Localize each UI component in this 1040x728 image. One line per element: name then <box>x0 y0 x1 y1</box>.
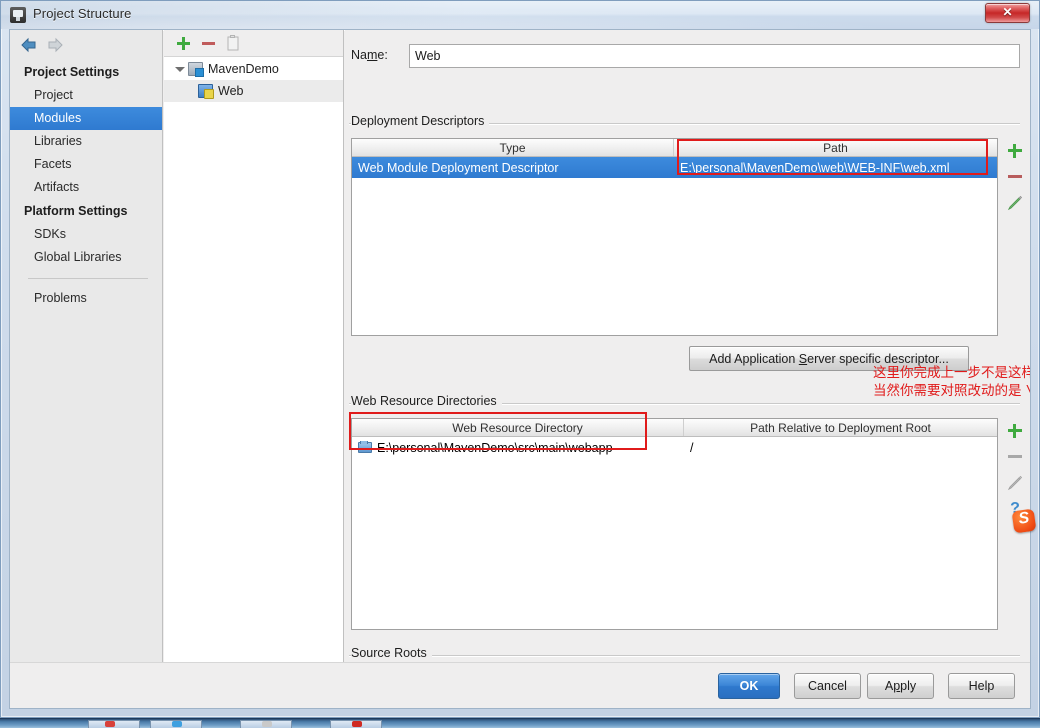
remove-descriptor-button[interactable] <box>1002 164 1028 190</box>
table-header-row: Web Resource Directory Path Relative to … <box>352 419 997 437</box>
tree-node-label: Web <box>218 84 244 98</box>
web-resource-directories-table[interactable]: Web Resource Directory Path Relative to … <box>351 418 998 630</box>
dialog-button-bar: OK Cancel Apply Help <box>10 662 1030 708</box>
apply-button-label: Apply <box>884 679 917 693</box>
cell-relative-path: / <box>690 440 694 455</box>
forward-arrow-icon[interactable] <box>46 37 64 53</box>
deployment-descriptors-table[interactable]: Type Path Web Module Deployment Descript… <box>351 138 998 336</box>
copy-module-button[interactable] <box>224 34 243 53</box>
settings-sidebar: Project Settings Project Modules Librari… <box>10 30 163 662</box>
add-module-button[interactable] <box>174 34 193 53</box>
project-structure-window: Project Structure ✕ Project Settings Pro… <box>0 0 1040 718</box>
module-name-label: Name: <box>351 48 388 62</box>
help-button[interactable]: Help <box>948 673 1015 699</box>
ok-button[interactable]: OK <box>718 673 780 699</box>
sidebar-item-modules[interactable]: Modules <box>10 107 162 130</box>
annotation-line-1: 这里你完成上一步不是这样的吧！你可以先把他改成这样 <box>873 365 1030 381</box>
table-row[interactable]: Web Module Deployment Descriptor E:\pers… <box>352 157 997 178</box>
sidebar-item-sdks[interactable]: SDKs <box>10 223 162 246</box>
sidebar-item-global-libraries[interactable]: Global Libraries <box>10 246 162 269</box>
sidebar-item-artifacts[interactable]: Artifacts <box>10 176 162 199</box>
pencil-icon <box>1007 195 1023 211</box>
cell-descriptor-type: Web Module Deployment Descriptor <box>358 160 559 175</box>
module-tree: MavenDemo Web <box>164 58 343 662</box>
sidebar-item-project[interactable]: Project <box>10 84 162 107</box>
web-module-icon <box>198 84 214 99</box>
sidebar-item-list: Project Settings Project Modules Librari… <box>10 60 162 310</box>
copy-icon <box>227 35 239 51</box>
minus-icon <box>202 42 215 45</box>
module-detail-pane: Name: Deployment Descriptors Type Path W… <box>345 30 1030 662</box>
cell-web-resource-directory: E:\personal\MavenDemo\src\main\webapp <box>352 440 684 455</box>
chevron-down-icon[interactable] <box>172 62 186 76</box>
source-roots-group-label: Source Roots <box>349 646 1020 662</box>
close-button[interactable]: ✕ <box>985 3 1030 23</box>
cancel-button[interactable]: Cancel <box>794 673 861 699</box>
sidebar-item-libraries[interactable]: Libraries <box>10 130 162 153</box>
web-resource-directories-group-label: Web Resource Directories <box>349 394 1020 410</box>
annotation-path: \src\main\webapp <box>1026 384 1030 399</box>
taskbar-icon[interactable] <box>172 721 182 727</box>
module-tree-panel: MavenDemo Web <box>164 30 344 662</box>
sidebar-heading-platform-settings: Platform Settings <box>24 204 128 218</box>
title-bar-gloss <box>1 1 1039 29</box>
module-name-input[interactable] <box>409 44 1020 68</box>
pencil-icon <box>1007 475 1023 491</box>
deployment-descriptors-group-label: Deployment Descriptors <box>349 114 1020 130</box>
add-descriptor-button[interactable] <box>1002 138 1028 164</box>
dialog-client-area: Project Settings Project Modules Librari… <box>9 29 1031 709</box>
taskbar-icon[interactable] <box>352 721 362 727</box>
module-group-icon <box>188 62 204 77</box>
minus-icon <box>1008 455 1022 458</box>
module-tree-toolbar <box>164 30 343 57</box>
tree-node-label: MavenDemo <box>208 62 279 76</box>
sidebar-item-facets[interactable]: Facets <box>10 153 162 176</box>
sogou-ime-icon[interactable]: S <box>1011 508 1037 534</box>
remove-module-button[interactable] <box>199 34 218 53</box>
remove-web-resource-button[interactable] <box>1002 444 1028 470</box>
edit-web-resource-button[interactable] <box>1002 470 1028 496</box>
table-row[interactable]: E:\personal\MavenDemo\src\main\webapp / <box>352 437 997 458</box>
column-header-path-relative-to-deployment-root[interactable]: Path Relative to Deployment Root <box>684 419 997 436</box>
sidebar-heading-project-settings: Project Settings <box>24 65 120 79</box>
sidebar-nav-bar <box>10 30 162 58</box>
column-header-path[interactable]: Path <box>674 139 997 156</box>
taskbar-icon[interactable] <box>105 721 115 727</box>
deployment-descriptor-tools <box>1002 138 1028 216</box>
taskbar-icon[interactable] <box>262 721 272 727</box>
add-web-resource-button[interactable] <box>1002 418 1028 444</box>
windows-taskbar[interactable] <box>0 718 1040 728</box>
column-header-web-resource-directory[interactable]: Web Resource Directory <box>352 419 684 436</box>
sidebar-divider <box>28 278 148 279</box>
intellij-idea-icon <box>10 7 26 23</box>
edit-descriptor-button[interactable] <box>1002 190 1028 216</box>
close-icon: ✕ <box>1002 5 1013 19</box>
cell-descriptor-path: E:\personal\MavenDemo\web\WEB-INF\web.xm… <box>680 160 950 175</box>
sidebar-item-problems[interactable]: Problems <box>10 287 162 310</box>
title-bar[interactable]: Project Structure ✕ <box>1 1 1039 29</box>
tree-node-web[interactable]: Web <box>164 80 343 102</box>
window-title: Project Structure <box>33 6 132 21</box>
web-resource-tools: ? <box>1002 418 1028 522</box>
apply-button[interactable]: Apply <box>867 673 934 699</box>
tree-node-mavendemo[interactable]: MavenDemo <box>164 58 343 80</box>
minus-icon <box>1008 175 1022 178</box>
module-name-row: Name: <box>351 44 1020 68</box>
back-arrow-icon[interactable] <box>20 37 38 53</box>
folder-icon <box>358 440 372 453</box>
table-header-row: Type Path <box>352 139 997 157</box>
column-header-type[interactable]: Type <box>352 139 674 156</box>
